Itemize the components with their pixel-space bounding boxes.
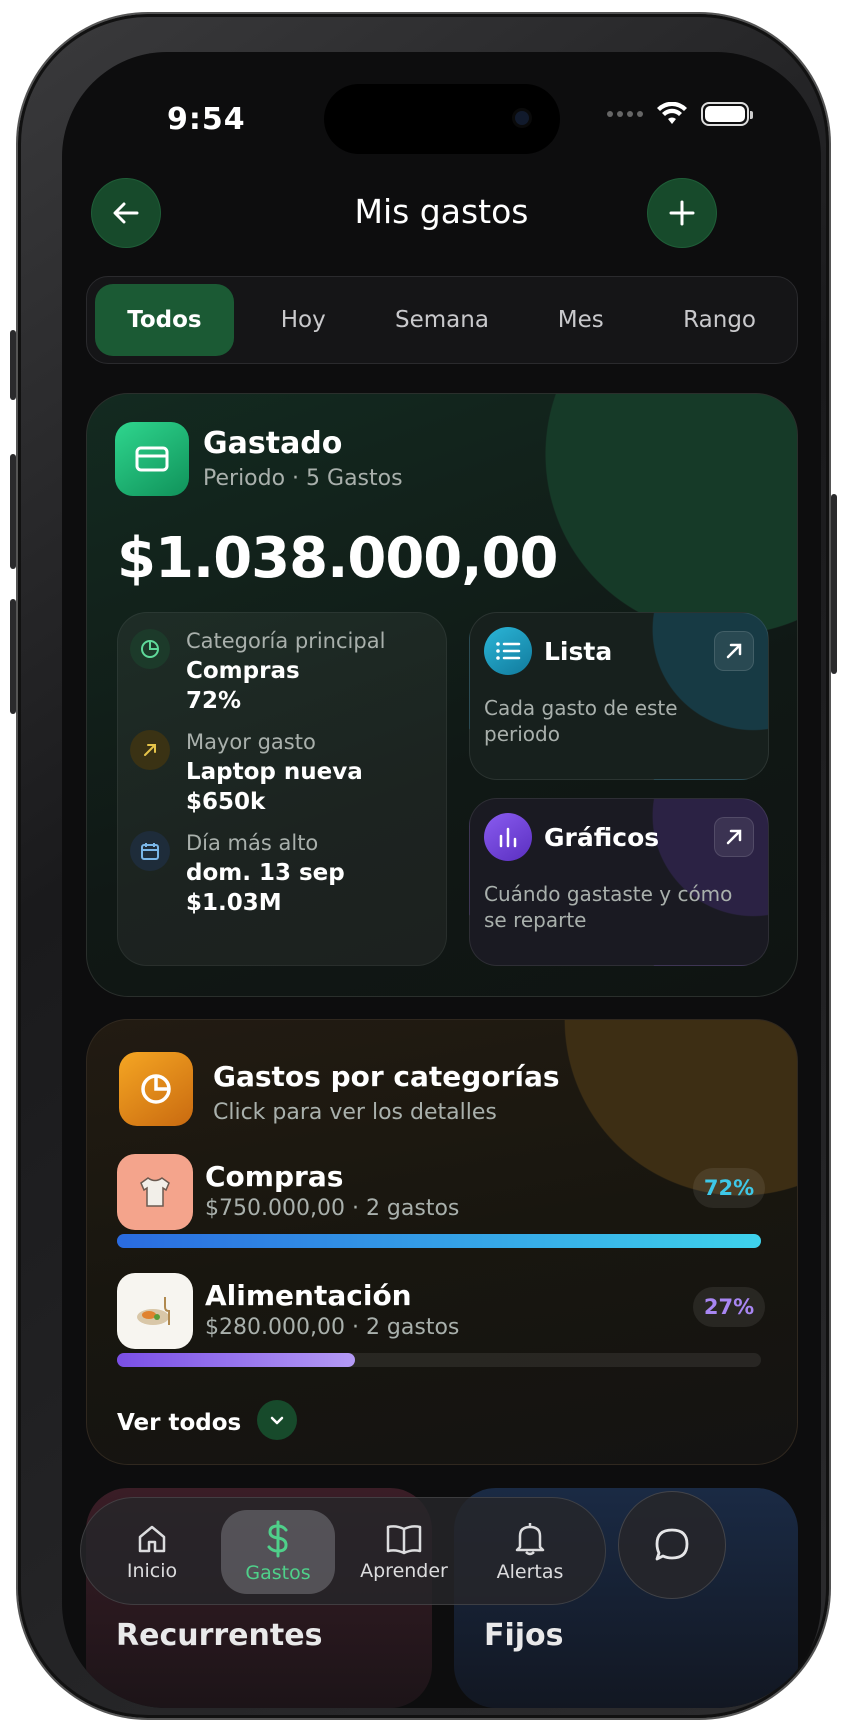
category-name-alimentacion: Alimentación (205, 1279, 412, 1312)
volume-up-button (10, 454, 16, 569)
stat-extra-top-day: $1.03M (186, 890, 282, 916)
action-button (10, 330, 16, 400)
signal-icon (607, 111, 643, 117)
list-icon (484, 627, 532, 675)
nav-item-alertas[interactable]: Alertas (473, 1510, 587, 1594)
category-percent-alimentacion: 27% (693, 1287, 765, 1327)
tab-hoy[interactable]: Hoy (234, 284, 373, 356)
arrow-up-right-icon (726, 829, 742, 845)
status-time: 9:54 (167, 102, 246, 137)
shirt-icon (117, 1154, 193, 1230)
chat-button[interactable] (618, 1491, 726, 1599)
tab-todos[interactable]: Todos (95, 284, 234, 356)
categories-title: Gastos por categorías (213, 1060, 560, 1093)
food-icon (117, 1273, 193, 1349)
stat-value-biggest: Laptop nueva (186, 759, 363, 785)
stats-box: Categoría principal Compras 72% Mayor ga… (117, 612, 447, 966)
pie-chart-icon (119, 1052, 193, 1126)
bell-icon (515, 1523, 545, 1556)
bottom-nav: Inicio Gastos Aprender Alertas (80, 1497, 606, 1605)
stat-label-biggest: Mayor gasto (186, 730, 316, 754)
wifi-icon (657, 102, 687, 124)
add-expense-button[interactable] (648, 179, 716, 247)
nav-item-aprender[interactable]: Aprender (347, 1510, 461, 1594)
see-all-link[interactable]: Ver todos (117, 1410, 241, 1436)
camera-icon (512, 108, 532, 128)
progress-fill-compras (117, 1234, 761, 1248)
category-name-compras: Compras (205, 1160, 344, 1193)
spent-title: Gastado (203, 426, 343, 461)
open-charts-button[interactable] (714, 817, 754, 857)
calendar-icon (130, 831, 170, 871)
status-icons (607, 102, 753, 126)
arrow-up-right-icon (726, 643, 742, 659)
nav-label-inicio: Inicio (126, 1560, 178, 1582)
volume-down-button (10, 599, 16, 714)
period-tabs: Todos Hoy Semana Mes Rango (86, 276, 798, 364)
stat-label-top-day: Día más alto (186, 831, 319, 855)
stat-value-top-day: dom. 13 sep (186, 860, 345, 886)
arrow-up-right-icon (130, 730, 170, 770)
open-list-button[interactable] (714, 631, 754, 671)
recurring-title: Recurrentes (116, 1618, 323, 1653)
battery-icon (701, 102, 753, 126)
list-card[interactable]: Lista Cada gasto de este periodo (469, 612, 769, 780)
expand-button[interactable] (257, 1400, 297, 1440)
bar-chart-icon (484, 813, 532, 861)
fixed-title: Fijos (484, 1618, 564, 1653)
nav-item-inicio[interactable]: Inicio (95, 1510, 209, 1594)
tab-rango[interactable]: Rango (650, 284, 789, 356)
spent-subtitle: Periodo · 5 Gastos (203, 466, 403, 491)
charts-card[interactable]: Gráficos Cuándo gastaste y cómo se repar… (469, 798, 769, 966)
charts-card-desc: Cuándo gastaste y cómo se reparte (484, 882, 733, 932)
category-detail-compras: $750.000,00 · 2 gastos (205, 1196, 460, 1221)
power-button (831, 494, 837, 674)
stat-label-top-category: Categoría principal (186, 629, 386, 653)
dollar-icon (267, 1520, 288, 1558)
list-card-desc: Cada gasto de este periodo (484, 696, 678, 746)
phone-frame: 9:54 Mis gastos Todos Hoy Semana Mes Ran… (10, 14, 837, 1718)
nav-label-aprender: Aprender (360, 1560, 448, 1582)
charts-card-title: Gráficos (544, 823, 660, 852)
home-icon (138, 1525, 166, 1553)
spent-amount: $1.038.000,00 (117, 526, 558, 591)
book-icon (386, 1525, 422, 1555)
categories-subtitle: Click para ver los detalles (213, 1100, 497, 1125)
tab-mes[interactable]: Mes (511, 284, 650, 356)
progress-bar-alimentacion (117, 1353, 761, 1367)
stat-extra-biggest: $650k (186, 789, 266, 815)
nav-item-gastos[interactable]: Gastos (221, 1510, 335, 1594)
credit-card-icon (135, 446, 169, 472)
stat-value-top-category: Compras (186, 658, 300, 684)
list-card-title: Lista (544, 637, 613, 666)
category-percent-compras: 72% (693, 1168, 765, 1208)
nav-label-gastos: Gastos (245, 1562, 311, 1584)
nav-label-alertas: Alertas (496, 1561, 564, 1583)
chat-bubble-icon (655, 1528, 689, 1561)
card-icon (115, 422, 189, 496)
progress-fill-alimentacion (117, 1353, 356, 1367)
progress-bar-compras (117, 1234, 761, 1248)
pie-chart-icon (130, 629, 170, 669)
category-detail-alimentacion: $280.000,00 · 2 gastos (205, 1315, 460, 1340)
spent-summary-card: Gastado Periodo · 5 Gastos $1.038.000,00… (86, 393, 798, 997)
stat-extra-top-category: 72% (186, 688, 242, 714)
app-screen: 9:54 Mis gastos Todos Hoy Semana Mes Ran… (62, 52, 821, 1708)
categories-card[interactable]: Gastos por categorías Click para ver los… (86, 1019, 798, 1465)
chevron-down-icon (270, 1416, 284, 1425)
tab-semana[interactable]: Semana (373, 284, 512, 356)
plus-icon (669, 200, 695, 226)
